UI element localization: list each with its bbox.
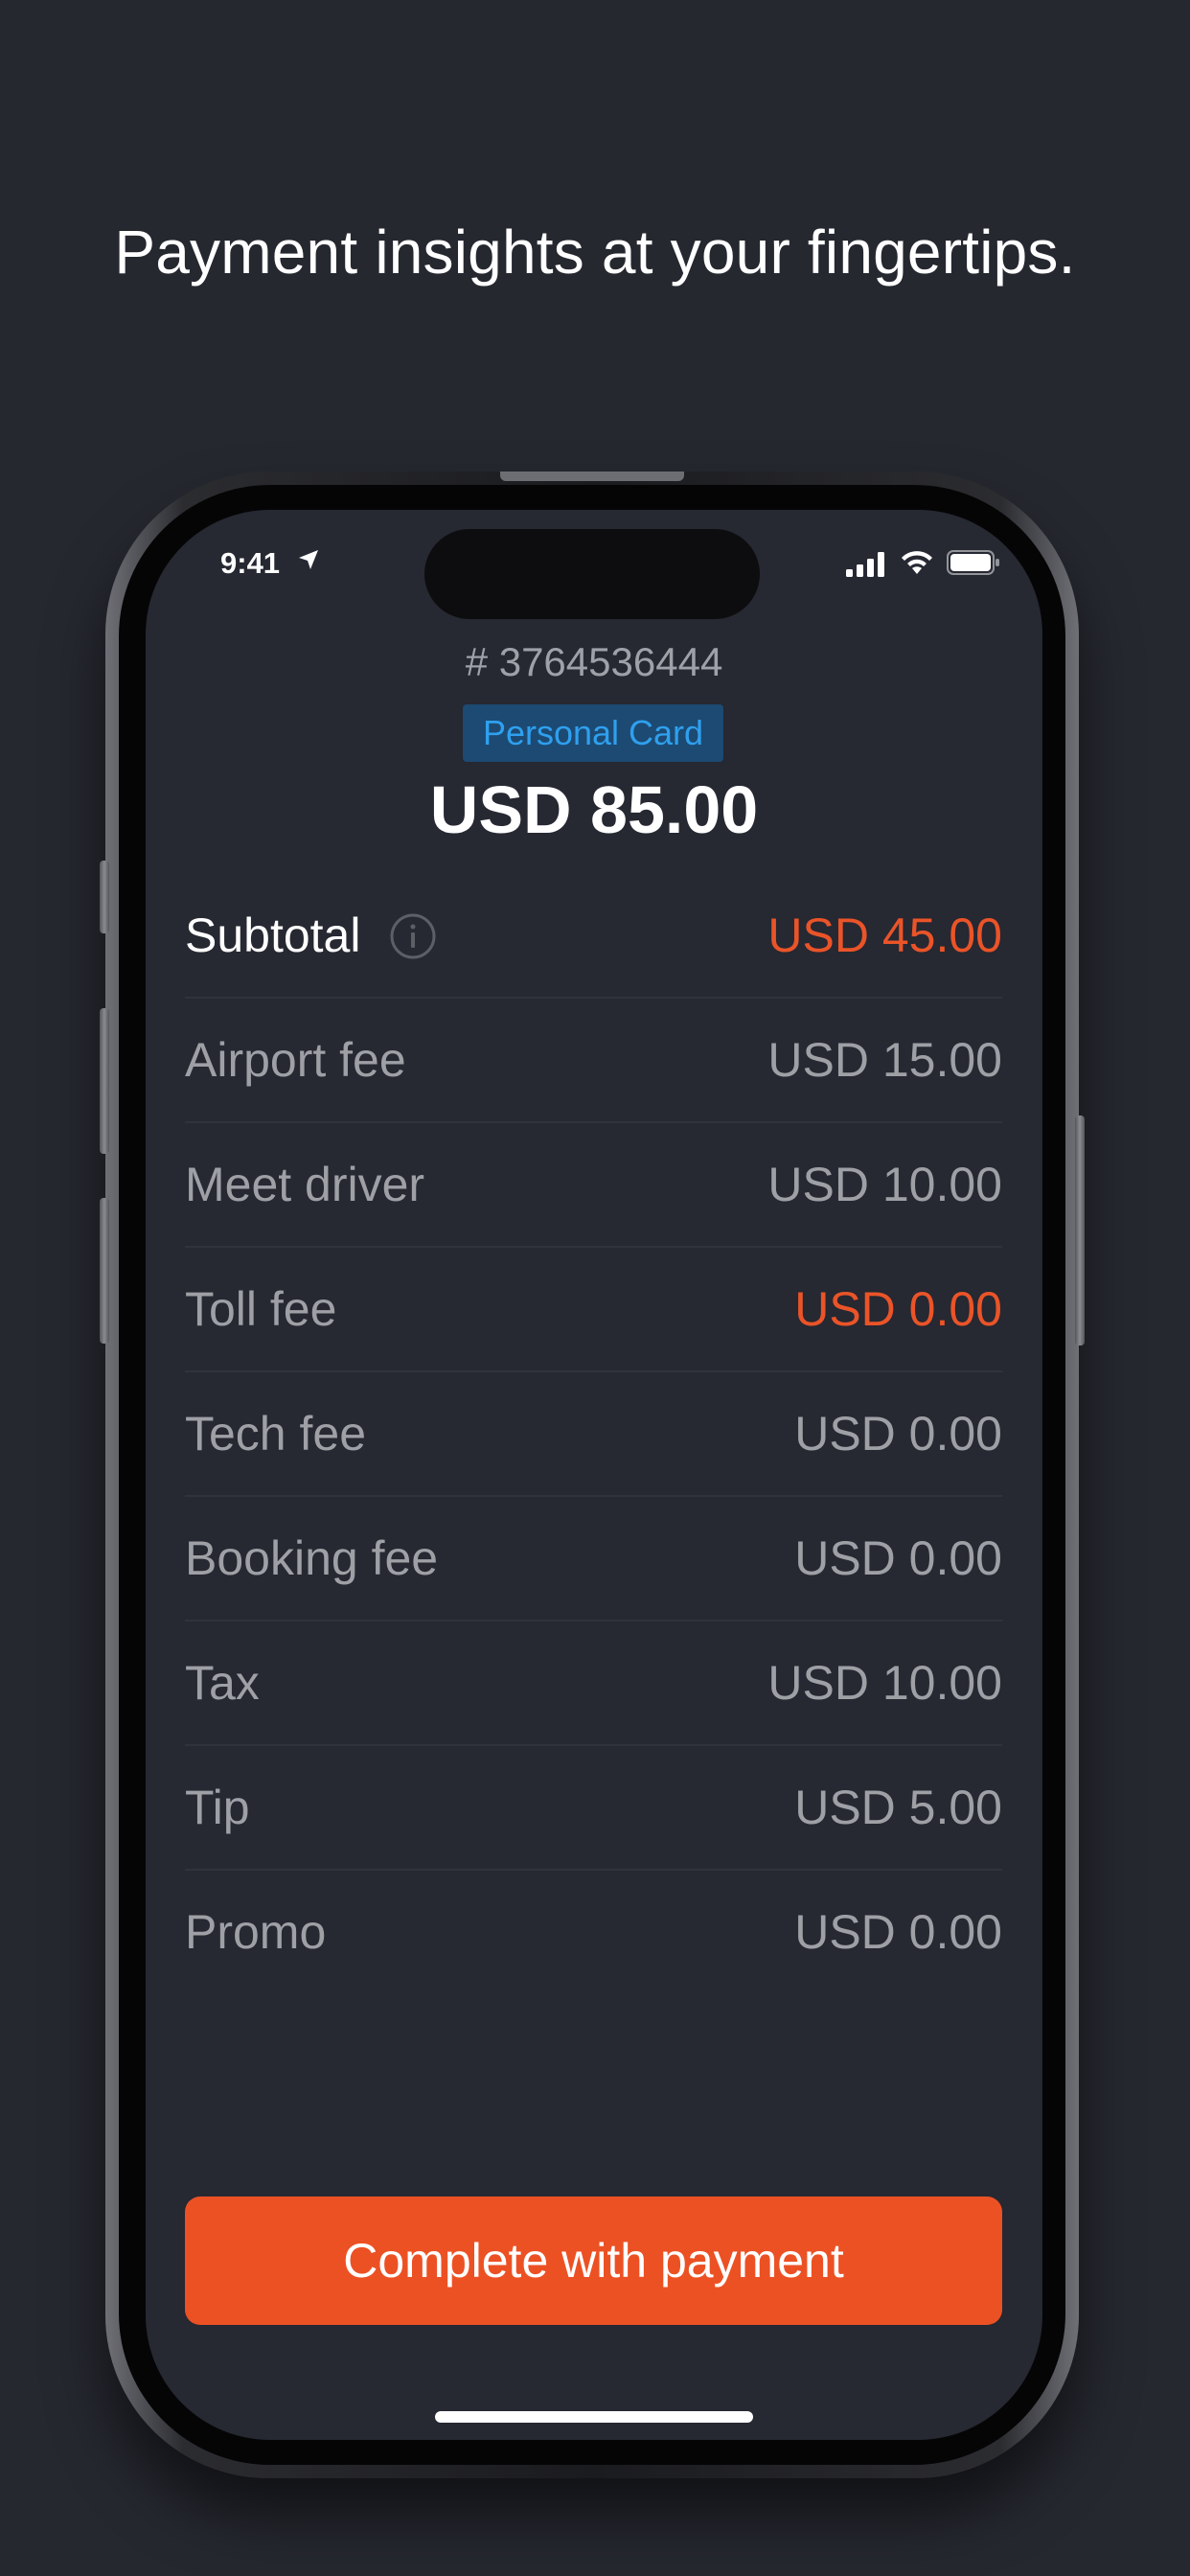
fee-row-tax: Tax USD 10.00 [185, 1622, 1002, 1746]
fee-value: USD 15.00 [767, 1033, 1002, 1087]
phone-volume-down-button [100, 1198, 109, 1344]
page-headline: Payment insights at your fingertips. [114, 218, 1076, 287]
fee-label: Booking fee [185, 1531, 439, 1585]
dynamic-island [424, 529, 760, 619]
fee-row-booking: Booking fee USD 0.00 [185, 1497, 1002, 1622]
fee-row-subtotal: Subtotal USD 45.00 [185, 874, 1002, 999]
status-time: 9:41 [220, 546, 281, 580]
phone-mute-switch [100, 861, 109, 933]
fee-row-airport: Airport fee USD 15.00 [185, 999, 1002, 1123]
payment-card-badge: Personal Card [463, 704, 723, 762]
fee-label: Promo [185, 1905, 327, 1959]
fee-value: USD 0.00 [794, 1407, 1002, 1460]
fee-value: USD 0.00 [794, 1282, 1002, 1336]
fee-label: Meet driver [185, 1158, 425, 1211]
order-number: # 3764536444 [465, 639, 723, 684]
phone-top-speaker [500, 472, 684, 481]
wifi-icon [902, 551, 932, 574]
phone-power-button [1075, 1116, 1085, 1346]
phone-screen: 9:41 # 3764536444 Personal Card USD 85.0… [146, 510, 1042, 2440]
fees-list: Subtotal USD 45.00 Airport fee USD 15.00… [185, 874, 1002, 1995]
fee-label: Airport fee [185, 1033, 406, 1087]
fee-row-meet-driver: Meet driver USD 10.00 [185, 1123, 1002, 1248]
fee-value: USD 45.00 [767, 908, 1002, 962]
complete-payment-button[interactable]: Complete with payment [185, 2196, 1002, 2325]
fee-row-toll: Toll fee USD 0.00 [185, 1248, 1002, 1372]
home-indicator[interactable] [435, 2411, 753, 2423]
fee-label: Toll fee [185, 1282, 337, 1336]
fee-label: Tip [185, 1781, 250, 1834]
fee-label: Tax [185, 1656, 260, 1710]
location-arrow-icon [299, 550, 318, 569]
fee-row-promo: Promo USD 0.00 [185, 1871, 1002, 1995]
fee-value: USD 0.00 [794, 1905, 1002, 1959]
info-icon[interactable] [389, 912, 437, 960]
fee-label: Tech fee [185, 1407, 367, 1460]
fee-row-tip: Tip USD 5.00 [185, 1746, 1002, 1871]
phone-volume-up-button [100, 1008, 109, 1154]
fee-label: Subtotal [185, 908, 361, 962]
status-bar: 9:41 [146, 510, 1042, 619]
fee-value: USD 10.00 [767, 1158, 1002, 1211]
battery-icon [947, 550, 999, 575]
signal-icon [846, 552, 884, 577]
fee-value: USD 0.00 [794, 1531, 1002, 1585]
total-amount: USD 85.00 [429, 772, 759, 847]
fee-value: USD 5.00 [794, 1781, 1002, 1834]
fee-value: USD 10.00 [767, 1656, 1002, 1710]
fee-row-tech: Tech fee USD 0.00 [185, 1372, 1002, 1497]
